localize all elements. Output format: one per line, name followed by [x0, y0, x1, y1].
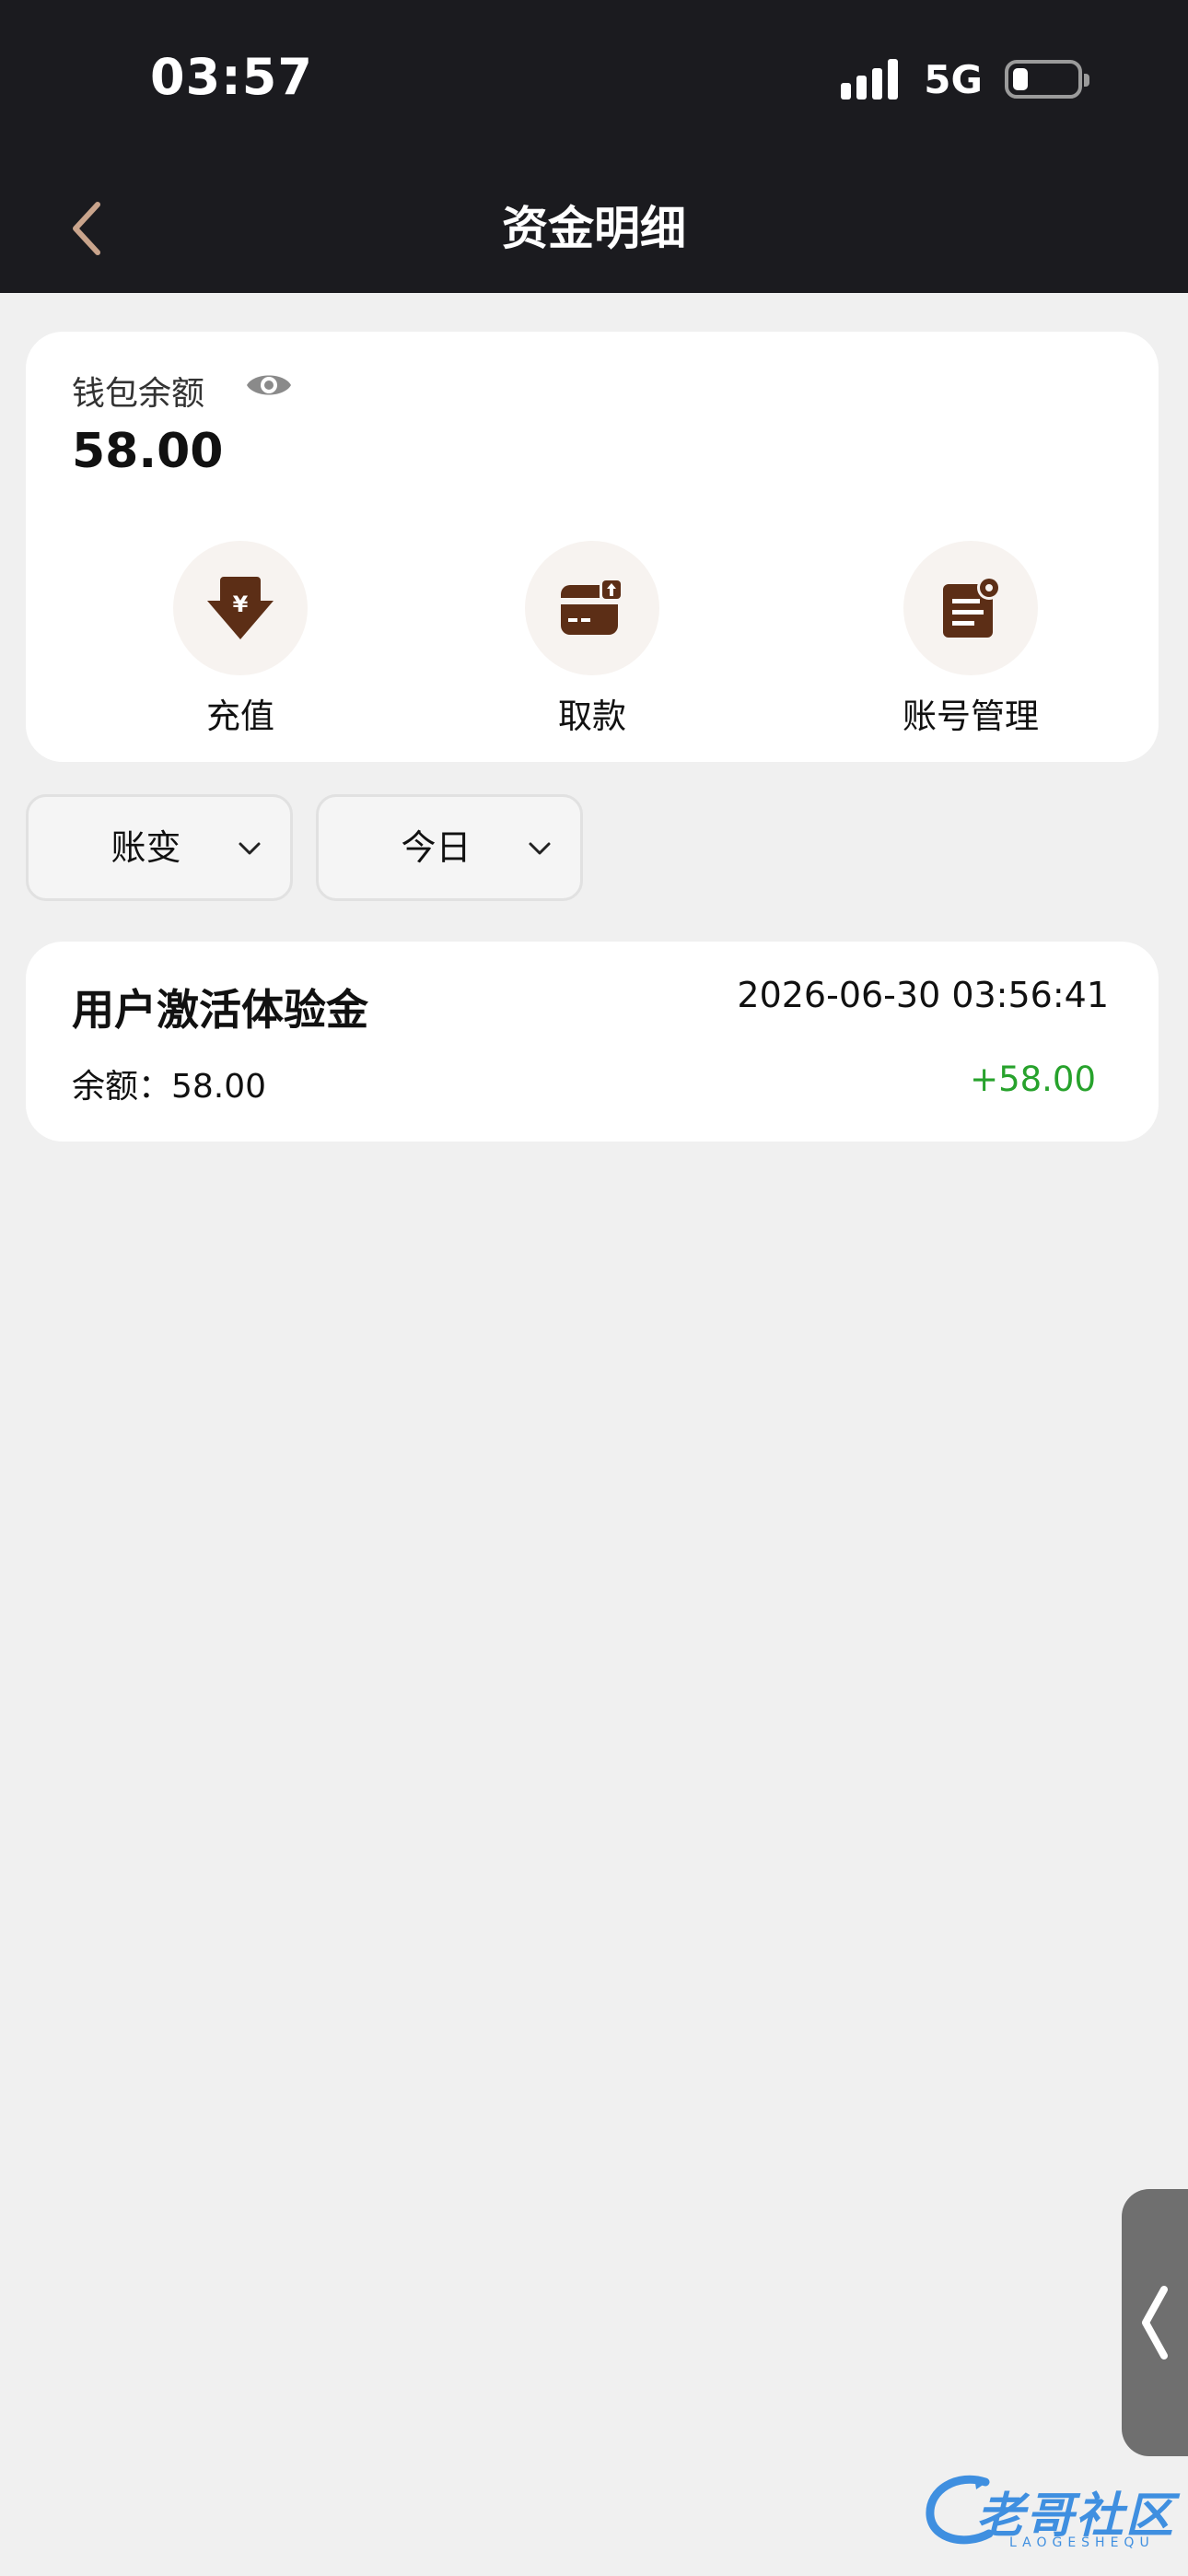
deposit-button[interactable]: ¥ 充值 [121, 541, 360, 738]
screen: 03:57 5G 资金明细 钱包余额 58.00 ¥ 充值 取款 账号管理 账变… [0, 0, 1188, 2576]
status-indicators: 5G [841, 53, 1089, 105]
account-settings-icon [943, 576, 1001, 638]
transaction-title: 用户激活体验金 [72, 985, 368, 1035]
floating-side-tab[interactable] [1122, 2189, 1188, 2456]
chevron-down-icon [529, 842, 551, 855]
svg-text:¥: ¥ [233, 591, 249, 617]
deposit-icon: ¥ [207, 577, 274, 639]
filter-type-value: 账变 [111, 827, 181, 868]
filter-date-value: 今日 [401, 827, 472, 868]
watermark-subtext: LAOGESHEQU [1009, 2535, 1155, 2550]
transaction-item[interactable]: 用户激活体验金 2026-06-30 03:56:41 余额：58.00 +58… [26, 942, 1159, 1142]
withdraw-card-icon [561, 578, 623, 635]
deposit-icon-circle: ¥ [173, 541, 308, 675]
network-label: 5G [924, 56, 983, 102]
wallet-card: 钱包余额 58.00 ¥ 充值 取款 账号管理 [26, 332, 1159, 762]
withdraw-icon-circle [525, 541, 659, 675]
account-icon-circle [903, 541, 1038, 675]
status-time: 03:57 [150, 48, 313, 106]
watermark-logo: 老哥社区 LAOGESHEQU [921, 2469, 1179, 2561]
transaction-amount: +58.00 [970, 1060, 1096, 1099]
wallet-balance-amount: 58.00 [72, 424, 224, 479]
transaction-balance: 余额：58.00 [72, 1068, 267, 1106]
filter-type-dropdown[interactable]: 账变 [26, 794, 293, 901]
eye-icon[interactable] [245, 367, 293, 404]
wallet-balance-label: 钱包余额 [72, 375, 205, 413]
account-management-button[interactable]: 账号管理 [851, 541, 1090, 738]
withdraw-label: 取款 [558, 697, 626, 736]
chevron-left-icon [1142, 2286, 1168, 2359]
withdraw-button[interactable]: 取款 [472, 541, 712, 738]
account-management-label: 账号管理 [903, 697, 1039, 736]
header-bar: 03:57 5G 资金明细 [0, 0, 1188, 293]
transaction-time: 2026-06-30 03:56:41 [737, 975, 1109, 1015]
filter-date-dropdown[interactable]: 今日 [316, 794, 583, 901]
chevron-down-icon [239, 842, 261, 855]
signal-icon [841, 59, 899, 100]
battery-icon [1005, 60, 1089, 99]
deposit-label: 充值 [206, 697, 274, 736]
page-title: 资金明细 [502, 202, 686, 255]
